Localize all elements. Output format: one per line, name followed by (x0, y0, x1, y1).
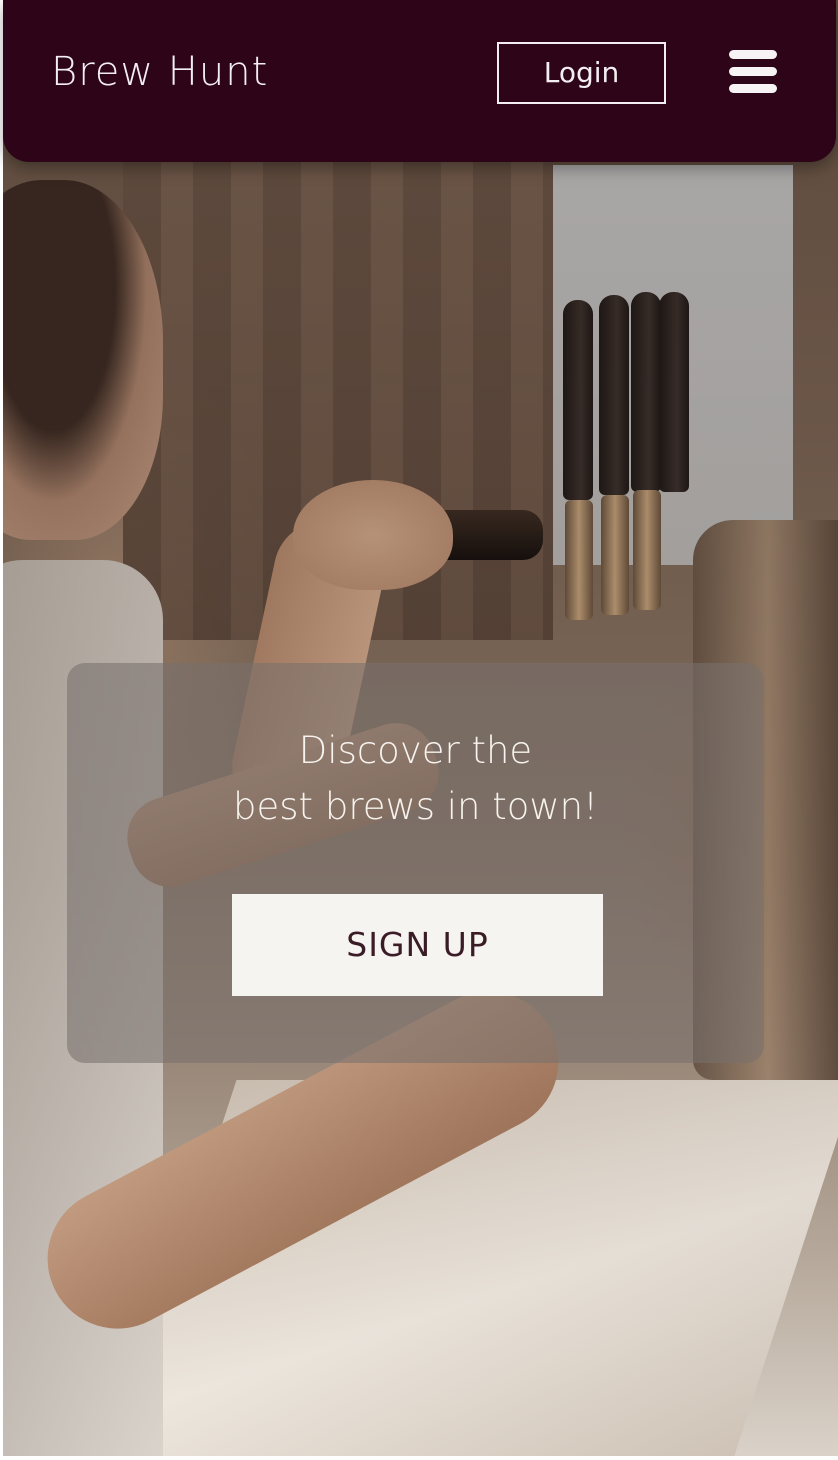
top-nav-bar: Brew Hunt Login (3, 0, 836, 162)
menu-bar-line (729, 50, 777, 59)
landing-page: Brew Hunt Login Discover the best brews … (0, 0, 838, 1460)
menu-bar-line (729, 84, 777, 93)
menu-bar-line (729, 67, 777, 76)
hero-cta-card: Discover the best brews in town! SIGN UP (67, 663, 764, 1063)
hero-headline-line-1: Discover the (298, 729, 533, 772)
sign-up-button[interactable]: SIGN UP (232, 894, 603, 996)
hero-headline: Discover the best brews in town! (67, 723, 764, 835)
hamburger-menu-icon[interactable] (729, 50, 781, 94)
brand-logo-text[interactable]: Brew Hunt (51, 48, 268, 96)
hero-headline-line-2: best brews in town! (233, 785, 598, 828)
login-button[interactable]: Login (497, 42, 666, 104)
